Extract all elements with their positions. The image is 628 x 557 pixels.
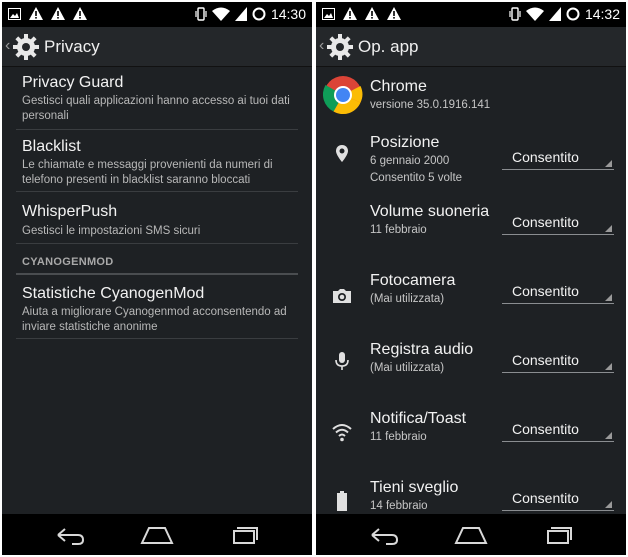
settings-gear-icon[interactable]	[12, 33, 40, 61]
recent-apps-icon[interactable]	[538, 522, 578, 548]
status-bar: 14:32	[316, 2, 626, 27]
op-row-record-audio: Registra audio (Mai utilizzata) Consenti…	[316, 341, 626, 410]
op-last-used: (Mai utilizzata)	[370, 362, 445, 374]
op-last-used: 11 febbraio	[370, 224, 427, 236]
warning-icon	[343, 7, 357, 20]
op-row-notification-toast: Notifica/Toast 11 febbraio Consentito	[316, 410, 626, 479]
pref-summary: Gestisci le impostazioni SMS sicuri	[22, 225, 201, 237]
back-chevron-icon[interactable]: ‹	[5, 37, 10, 55]
dropdown-arrow-icon	[605, 225, 612, 232]
pref-title: Blacklist	[22, 138, 81, 155]
dropdown-arrow-icon	[605, 363, 612, 370]
op-title: Posizione	[370, 134, 440, 151]
op-title: Fotocamera	[370, 272, 456, 289]
op-count: Consentito 5 volte	[370, 172, 463, 184]
pref-summary: Gestisci quali applicazioni hanno access…	[22, 95, 290, 122]
app-name: Chrome	[370, 78, 427, 95]
navigation-bar	[2, 514, 312, 555]
permission-spinner[interactable]: Consentito	[502, 282, 614, 304]
op-row-location: Posizione 6 gennaio 2000 Consentito 5 vo…	[316, 134, 626, 203]
image-notification-icon	[322, 7, 335, 20]
action-bar: ‹ Op. app	[316, 27, 626, 67]
cell-signal-icon	[234, 7, 247, 21]
page-title: Op. app	[358, 37, 419, 56]
settings-gear-icon[interactable]	[326, 33, 354, 61]
spinner-value: Consentito	[512, 149, 579, 165]
permission-spinner[interactable]: Consentito	[502, 489, 614, 511]
op-title: Tieni sveglio	[370, 479, 459, 496]
app-header: Chrome versione 35.0.1916.141	[316, 68, 626, 128]
location-icon	[336, 145, 348, 162]
op-last-used: 11 febbraio	[370, 431, 427, 443]
dropdown-arrow-icon	[605, 432, 612, 439]
pref-cyanogenmod-stats[interactable]: Statistiche CyanogenMod Aiuta a migliora…	[16, 275, 298, 339]
spinner-value: Consentito	[512, 490, 579, 506]
wifi-signal-icon	[525, 7, 544, 21]
status-time: 14:30	[270, 6, 306, 22]
op-row-camera: Fotocamera (Mai utilizzata) Consentito	[316, 272, 626, 341]
battery-charging-icon	[252, 7, 266, 21]
category-header: CYANOGENMOD	[22, 256, 114, 268]
op-row-ringer-volume: Volume suoneria 11 febbraio Consentito	[316, 203, 626, 272]
spinner-value: Consentito	[512, 283, 579, 299]
dropdown-arrow-icon	[605, 160, 612, 167]
permission-spinner[interactable]: Consentito	[502, 420, 614, 442]
pref-title: Privacy Guard	[22, 74, 124, 91]
spinner-value: Consentito	[512, 421, 579, 437]
cell-signal-icon	[548, 7, 561, 21]
pref-whisperpush[interactable]: WhisperPush Gestisci le impostazioni SMS…	[16, 192, 298, 244]
warning-icon	[387, 7, 401, 20]
app-version: versione 35.0.1916.141	[370, 99, 491, 111]
pref-title: Statistiche CyanogenMod	[22, 285, 205, 302]
warning-icon	[73, 7, 87, 20]
camera-icon	[333, 289, 351, 303]
pref-summary: Aiuta a migliorare Cyanogenmod acconsent…	[22, 306, 287, 333]
op-last-used: 14 febbraio	[370, 500, 428, 512]
op-title: Registra audio	[370, 341, 474, 358]
status-time: 14:32	[584, 6, 620, 22]
op-last-used: (Mai utilizzata)	[370, 293, 445, 305]
op-last-used: 6 gennaio 2000	[370, 155, 450, 167]
dropdown-arrow-icon	[605, 501, 612, 508]
permission-spinner[interactable]: Consentito	[502, 213, 614, 235]
permission-spinner[interactable]: Consentito	[502, 351, 614, 373]
recent-apps-icon[interactable]	[224, 522, 264, 548]
dropdown-arrow-icon	[605, 294, 612, 301]
back-chevron-icon[interactable]: ‹	[319, 37, 324, 55]
warning-icon	[365, 7, 379, 20]
op-title: Notifica/Toast	[370, 410, 467, 427]
privacy-screen: 14:30 ‹ Privacy Privacy Guard Gestisci q…	[2, 2, 312, 555]
permission-spinner[interactable]: Consentito	[502, 148, 614, 170]
back-icon[interactable]	[364, 522, 404, 548]
home-icon[interactable]	[451, 522, 491, 548]
warning-icon	[29, 7, 43, 20]
privacy-list: Privacy Guard Gestisci quali applicazion…	[2, 68, 312, 514]
vibrate-icon	[509, 7, 521, 21]
status-bar: 14:30	[2, 2, 312, 27]
pref-summary: Le chiamate e messaggi provenienti da nu…	[22, 159, 273, 186]
vibrate-icon	[195, 7, 207, 21]
navigation-bar	[316, 514, 626, 555]
page-title: Privacy	[44, 37, 100, 56]
warning-icon	[51, 7, 65, 20]
op-title: Volume suoneria	[370, 203, 490, 220]
image-notification-icon	[8, 7, 21, 20]
pref-privacy-guard[interactable]: Privacy Guard Gestisci quali applicazion…	[16, 68, 298, 130]
microphone-icon	[335, 352, 349, 370]
pref-title: WhisperPush	[22, 203, 118, 220]
battery-charging-icon	[566, 7, 580, 21]
app-ops-list: Chrome versione 35.0.1916.141 Posizione …	[316, 68, 626, 514]
wifi-signal-icon	[211, 7, 230, 21]
wifi-icon	[332, 424, 352, 442]
spinner-value: Consentito	[512, 352, 579, 368]
back-icon[interactable]	[50, 522, 90, 548]
pref-blacklist[interactable]: Blacklist Le chiamate e messaggi proveni…	[16, 130, 298, 192]
chrome-logo-icon	[323, 76, 363, 115]
app-ops-screen: 14:32 ‹ Op. app Chrome versione 35.0.191…	[316, 2, 626, 555]
home-icon[interactable]	[137, 522, 177, 548]
battery-icon	[337, 491, 347, 511]
spinner-value: Consentito	[512, 214, 579, 230]
action-bar: ‹ Privacy	[2, 27, 312, 67]
